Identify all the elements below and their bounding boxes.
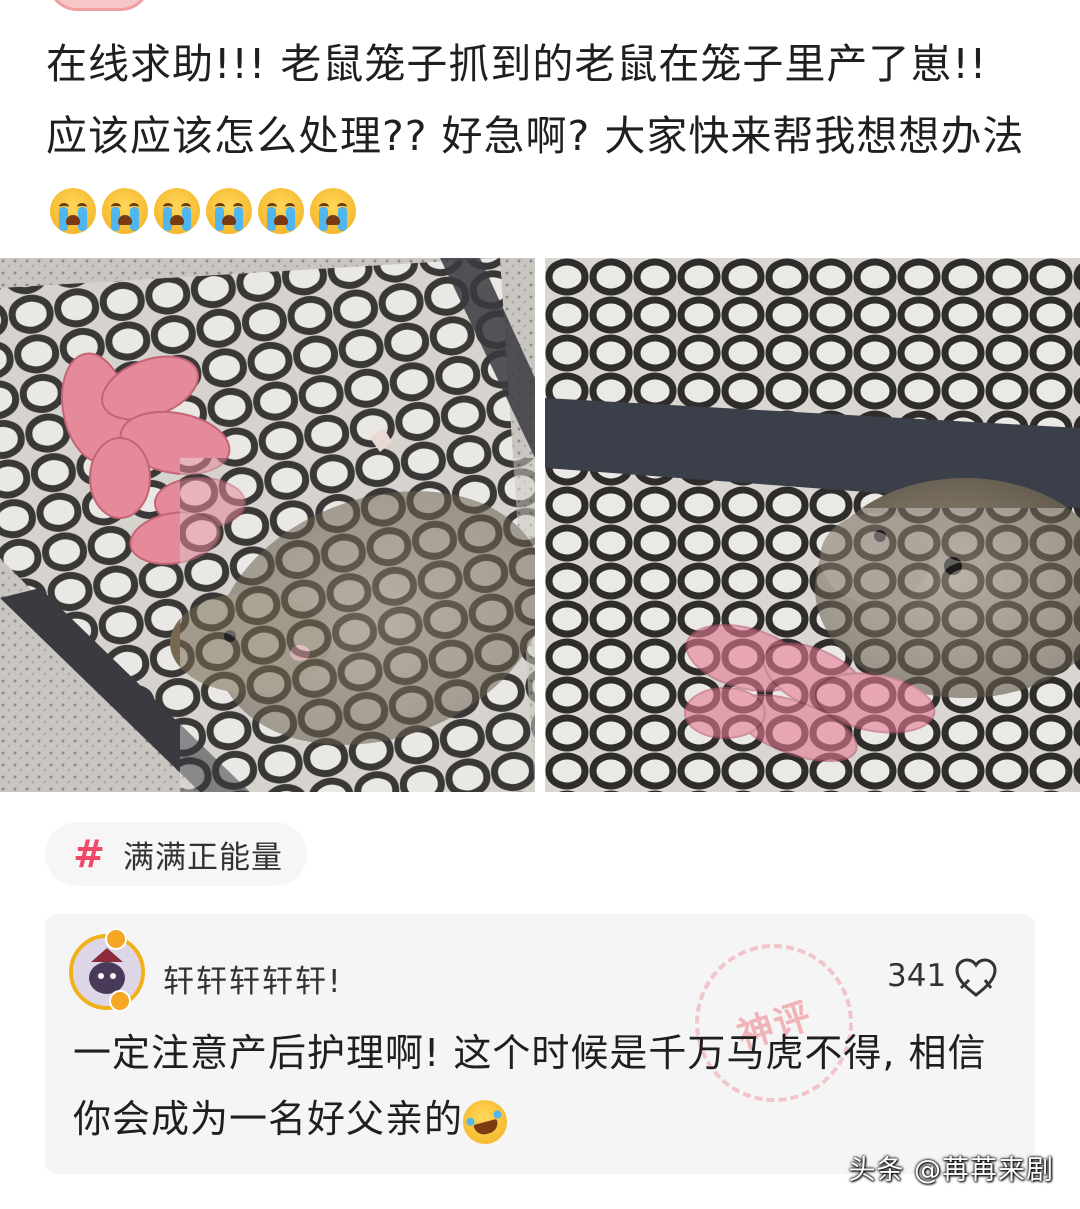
crying-face-icon	[258, 188, 304, 234]
watermark: 头条 @苒苒来剧	[848, 1155, 1054, 1186]
top-comment-card[interactable]: 轩轩轩轩轩! 神评 341 一定注意产后护理啊! 这个时候是千万马虎不得, 相信…	[45, 914, 1035, 1174]
hashtag-chip[interactable]: # 满满正能量	[45, 822, 307, 886]
crying-emoji-row	[50, 188, 356, 234]
crying-face-icon	[154, 188, 200, 234]
badge-icon	[105, 928, 127, 950]
crying-face-icon	[206, 188, 252, 234]
comment-body: 一定注意产后护理啊! 这个时候是千万马虎不得, 相信你会成为一名好父亲的	[73, 1020, 1013, 1152]
crying-face-icon	[50, 188, 96, 234]
rat-cage-photo-right[interactable]	[545, 258, 1080, 792]
comment-text: 一定注意产后护理啊! 这个时候是千万马虎不得, 相信你会成为一名好父亲的	[73, 1031, 987, 1141]
rat-cage-photo-left[interactable]	[0, 258, 535, 792]
crying-face-icon	[310, 188, 356, 234]
heart-icon[interactable]	[955, 958, 997, 1002]
post-body: 在线求助!!! 老鼠笼子抓到的老鼠在笼子里产了崽!! 应该应该怎么处理?? 好急…	[46, 28, 1036, 244]
crying-face-icon	[102, 188, 148, 234]
hashtag-icon: #	[73, 832, 105, 876]
post-text: 在线求助!!! 老鼠笼子抓到的老鼠在笼子里产了崽!! 应该应该怎么处理?? 好急…	[46, 40, 1025, 160]
coin-badge-icon	[109, 990, 131, 1012]
hashtag-label: 满满正能量	[123, 839, 283, 876]
partial-avatar	[48, 0, 150, 11]
rolling-laughing-icon	[458, 1094, 512, 1149]
like-count: 341	[887, 958, 947, 994]
commenter-name[interactable]: 轩轩轩轩轩!	[163, 956, 342, 1001]
